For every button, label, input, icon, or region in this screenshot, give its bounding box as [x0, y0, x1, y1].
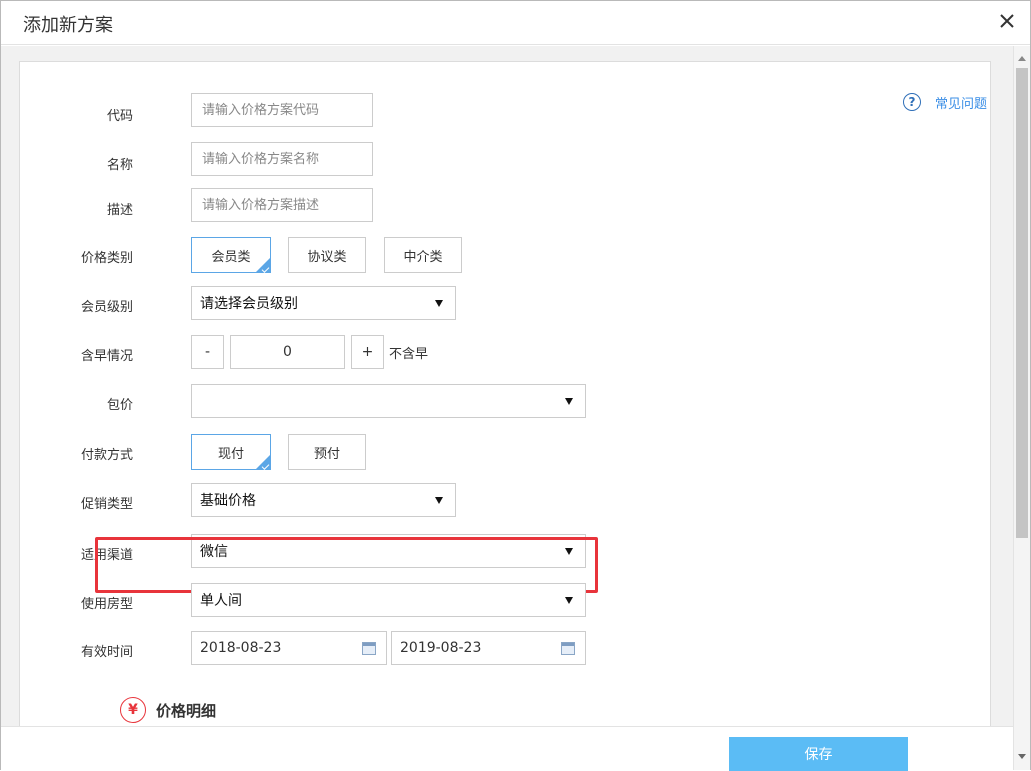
code-input[interactable]	[191, 93, 373, 127]
price-category-agreement-label: 协议类	[307, 249, 347, 265]
scroll-thumb[interactable]	[1016, 68, 1028, 538]
payment-cash-label: 现付	[217, 446, 244, 462]
faq-link[interactable]: ? 常见问题	[903, 91, 987, 113]
promotion-type-value: 基础价格	[200, 493, 256, 509]
payment-cash-button[interactable]: 现付	[191, 434, 271, 470]
channel-label: 适用渠道	[80, 548, 133, 563]
start-date-value: 2018-08-23	[200, 640, 282, 656]
channel-value: 微信	[200, 544, 228, 560]
scroll-up-icon[interactable]	[1018, 56, 1026, 61]
payment-method-label: 付款方式	[80, 448, 133, 463]
breakfast-quantity-field[interactable]: 0	[230, 335, 345, 369]
calendar-icon[interactable]	[362, 642, 376, 655]
caret-down-icon	[435, 300, 443, 307]
dialog-content: 代码 名称 描述 价格类别 会员类 协议类 中介类 会员级别 请选	[1, 46, 1013, 726]
description-label: 描述	[106, 203, 133, 218]
scroll-down-icon[interactable]	[1018, 754, 1026, 759]
room-type-value: 单人间	[200, 593, 242, 609]
description-input[interactable]	[191, 188, 373, 222]
caret-down-icon	[435, 497, 443, 504]
vertical-scrollbar[interactable]	[1013, 46, 1030, 770]
package-price-select[interactable]	[191, 384, 586, 418]
caret-down-icon	[565, 548, 573, 555]
room-type-select[interactable]: 单人间	[191, 583, 586, 617]
check-icon	[261, 265, 270, 273]
start-date-input[interactable]: 2018-08-23	[191, 631, 387, 665]
form-panel: 代码 名称 描述 价格类别 会员类 协议类 中介类 会员级别 请选	[19, 61, 991, 726]
payment-prepay-button[interactable]: 预付	[288, 434, 366, 470]
promotion-type-select[interactable]: 基础价格	[191, 483, 456, 517]
price-detail-title: 价格明细	[156, 701, 217, 720]
name-input[interactable]	[191, 142, 373, 176]
promotion-type-label: 促销类型	[80, 497, 133, 512]
package-price-label: 包价	[106, 398, 133, 413]
end-date-input[interactable]: 2019-08-23	[391, 631, 586, 665]
breakfast-note: 不含早	[389, 347, 429, 362]
caret-down-icon	[565, 597, 573, 604]
yen-icon: ¥	[120, 697, 146, 723]
price-category-agency-label: 中介类	[403, 249, 443, 265]
question-circle-icon: ?	[903, 93, 921, 111]
calendar-icon[interactable]	[561, 642, 575, 655]
price-category-member-label: 会员类	[211, 249, 251, 265]
channel-select[interactable]: 微信	[191, 534, 586, 568]
member-level-select[interactable]: 请选择会员级别	[191, 286, 456, 320]
faq-link-label: 常见问题	[935, 96, 988, 112]
dialog-titlebar: 添加新方案	[1, 1, 1030, 45]
breakfast-plus-button[interactable]: +	[351, 335, 384, 369]
price-category-agency-button[interactable]: 中介类	[384, 237, 462, 273]
payment-prepay-label: 预付	[313, 446, 340, 462]
close-icon[interactable]	[996, 10, 1018, 32]
room-type-label: 使用房型	[80, 597, 133, 612]
add-plan-dialog: 添加新方案 代码 名称 描述 价格类别 会员类 协议类	[0, 0, 1031, 771]
price-category-label: 价格类别	[80, 251, 133, 266]
dialog-footer: 保存	[1, 726, 1013, 771]
valid-period-label: 有效时间	[80, 645, 133, 660]
code-label: 代码	[106, 109, 133, 124]
name-label: 名称	[106, 158, 133, 173]
member-level-label: 会员级别	[80, 300, 133, 315]
breakfast-minus-button[interactable]: -	[191, 335, 224, 369]
end-date-value: 2019-08-23	[400, 640, 482, 656]
price-detail-section-header: ¥ 价格明细	[120, 697, 216, 723]
price-category-member-button[interactable]: 会员类	[191, 237, 271, 273]
dialog-title: 添加新方案	[23, 15, 113, 36]
save-button[interactable]: 保存	[729, 737, 908, 771]
price-category-agreement-button[interactable]: 协议类	[288, 237, 366, 273]
caret-down-icon	[565, 398, 573, 405]
breakfast-label: 含早情况	[80, 349, 133, 364]
check-icon	[261, 462, 270, 470]
member-level-value: 请选择会员级别	[200, 296, 298, 312]
